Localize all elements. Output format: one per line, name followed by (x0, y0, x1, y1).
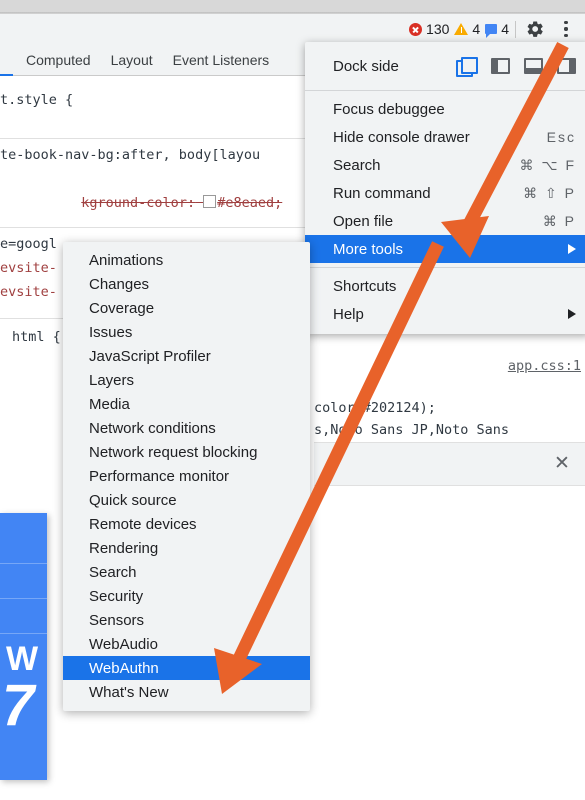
close-icon[interactable]: ✕ (554, 454, 570, 473)
submenu-item-sensors[interactable]: Sensors (63, 608, 310, 632)
tab-event-listeners[interactable]: Event Listeners (163, 45, 280, 75)
message-counter[interactable]: 4 (485, 21, 509, 38)
info-message-icon (485, 24, 498, 38)
chevron-right-icon (568, 309, 576, 319)
dock-side-row: Dock side (305, 46, 585, 86)
submenu-item-quick-source[interactable]: Quick source (63, 488, 310, 512)
css-rule-element-style[interactable]: t.style { (0, 76, 314, 139)
error-counter[interactable]: 130 (409, 21, 449, 37)
submenu-item-remote-devices[interactable]: Remote devices (63, 512, 310, 536)
highlight-rule-1 (0, 563, 47, 564)
menu-item-label: More tools (333, 240, 404, 258)
submenu-item-network-request-blocking[interactable]: Network request blocking (63, 440, 310, 464)
submenu-item-changes[interactable]: Changes (63, 272, 310, 296)
menu-item-shortcuts[interactable]: Shortcuts (305, 272, 585, 300)
kebab-dot-2 (564, 27, 568, 31)
menu-divider-2 (305, 267, 585, 268)
menu-item-shortcut: Esc (546, 129, 576, 145)
submenu-item-media[interactable]: Media (63, 392, 310, 416)
menu-item-search[interactable]: Search ⌘ ⌥ F (305, 151, 585, 179)
menu-item-label: Focus debuggee (333, 100, 445, 118)
menu-item-run-command[interactable]: Run command ⌘ ⇧ P (305, 179, 585, 207)
menu-item-label: Help (333, 305, 364, 323)
menu-item-open-file[interactable]: Open file ⌘ P (305, 207, 585, 235)
drawer-toolbar-strip (314, 443, 585, 485)
devtools-toolbar: 130 4 4 (0, 14, 585, 44)
page-root: 130 4 4 Computed Layout Event Listeners … (0, 0, 585, 800)
undock-front-rect (461, 56, 478, 74)
menu-item-shortcut: ⌘ ⇧ P (523, 184, 576, 201)
dock-side-options (456, 56, 576, 77)
css-rule-nav-bg[interactable]: te-book-nav-bg:after, body[layou kground… (0, 139, 314, 283)
menu-item-label: Run command (333, 184, 431, 202)
chevron-right-icon (568, 244, 576, 254)
more-tools-submenu[interactable]: Animations Changes Coverage Issues JavaS… (63, 242, 310, 711)
issue-counters: 130 4 4 (409, 21, 509, 38)
gear-icon[interactable] (525, 19, 545, 39)
pane-divider-2 (314, 485, 585, 486)
submenu-item-issues[interactable]: Issues (63, 320, 310, 344)
css-property-1: kground-color: (81, 195, 196, 211)
menu-item-label: Search (333, 156, 381, 174)
message-count: 4 (501, 21, 509, 37)
kebab-dot-1 (564, 20, 568, 25)
submenu-item-layers[interactable]: Layers (63, 368, 310, 392)
css-fragment-right-2: s,Noto Sans JP,Noto Sans (314, 422, 510, 438)
page-highlight-text-bottom: 7 (2, 673, 35, 738)
menu-divider-1 (305, 90, 585, 91)
devtools-main-menu[interactable]: Dock side Focus debuggee Hide console dr… (305, 42, 585, 334)
menu-item-label: Hide console drawer (333, 128, 470, 146)
error-count: 130 (426, 21, 450, 37)
submenu-item-search[interactable]: Search (63, 560, 310, 584)
os-window-strip (0, 0, 585, 12)
undock-into-separate-window-icon[interactable] (456, 56, 478, 77)
css-value-1: #e8eaed; (217, 195, 283, 211)
submenu-item-rendering[interactable]: Rendering (63, 536, 310, 560)
dock-to-left-icon[interactable] (491, 58, 510, 74)
css-selector-element-style: t.style { (0, 92, 74, 108)
css-fragment-right-1: color,#202124); (314, 400, 436, 416)
styles-pane-tabs: Computed Layout Event Listeners (0, 44, 314, 76)
kebab-menu-icon[interactable] (557, 19, 575, 39)
submenu-item-security[interactable]: Security (63, 584, 310, 608)
highlight-rule-3 (0, 633, 47, 634)
submenu-item-webaudio[interactable]: WebAudio (63, 632, 310, 656)
menu-item-shortcut: ⌘ ⌥ F (519, 156, 576, 173)
warning-triangle-icon (454, 23, 469, 35)
submenu-item-animations[interactable]: Animations (63, 248, 310, 272)
submenu-item-network-conditions[interactable]: Network conditions (63, 416, 310, 440)
submenu-item-coverage[interactable]: Coverage (63, 296, 310, 320)
style-origin-link[interactable]: app.css:1 (508, 358, 581, 374)
css-selector-nav-bg: te-book-nav-bg:after, body[layou (0, 147, 261, 163)
warning-count: 4 (472, 21, 481, 37)
tab-computed[interactable]: Computed (16, 45, 101, 75)
menu-item-label: Open file (333, 212, 394, 230)
color-swatch-1[interactable] (203, 195, 217, 208)
toolbar-divider (515, 20, 516, 38)
dock-side-label: Dock side (333, 57, 399, 75)
menu-item-more-tools[interactable]: More tools (305, 235, 585, 263)
warning-counter[interactable]: 4 (454, 21, 480, 37)
menu-item-help[interactable]: Help (305, 300, 585, 328)
menu-item-hide-console-drawer[interactable]: Hide console drawer Esc (305, 123, 585, 151)
dock-to-right-icon[interactable] (557, 58, 576, 74)
submenu-item-whats-new[interactable]: What's New (63, 680, 310, 704)
dock-to-bottom-icon[interactable] (524, 58, 543, 74)
submenu-item-webauthn[interactable]: WebAuthn (63, 656, 310, 680)
menu-item-label: Shortcuts (333, 277, 397, 295)
error-circle-icon (409, 22, 423, 36)
kebab-dot-3 (564, 33, 568, 38)
menu-item-focus-debuggee[interactable]: Focus debuggee (305, 95, 585, 123)
submenu-item-javascript-profiler[interactable]: JavaScript Profiler (63, 344, 310, 368)
menu-item-shortcut: ⌘ P (542, 212, 576, 229)
highlight-rule-2 (0, 598, 47, 599)
submenu-item-performance-monitor[interactable]: Performance monitor (63, 464, 310, 488)
tab-layout[interactable]: Layout (101, 45, 163, 75)
